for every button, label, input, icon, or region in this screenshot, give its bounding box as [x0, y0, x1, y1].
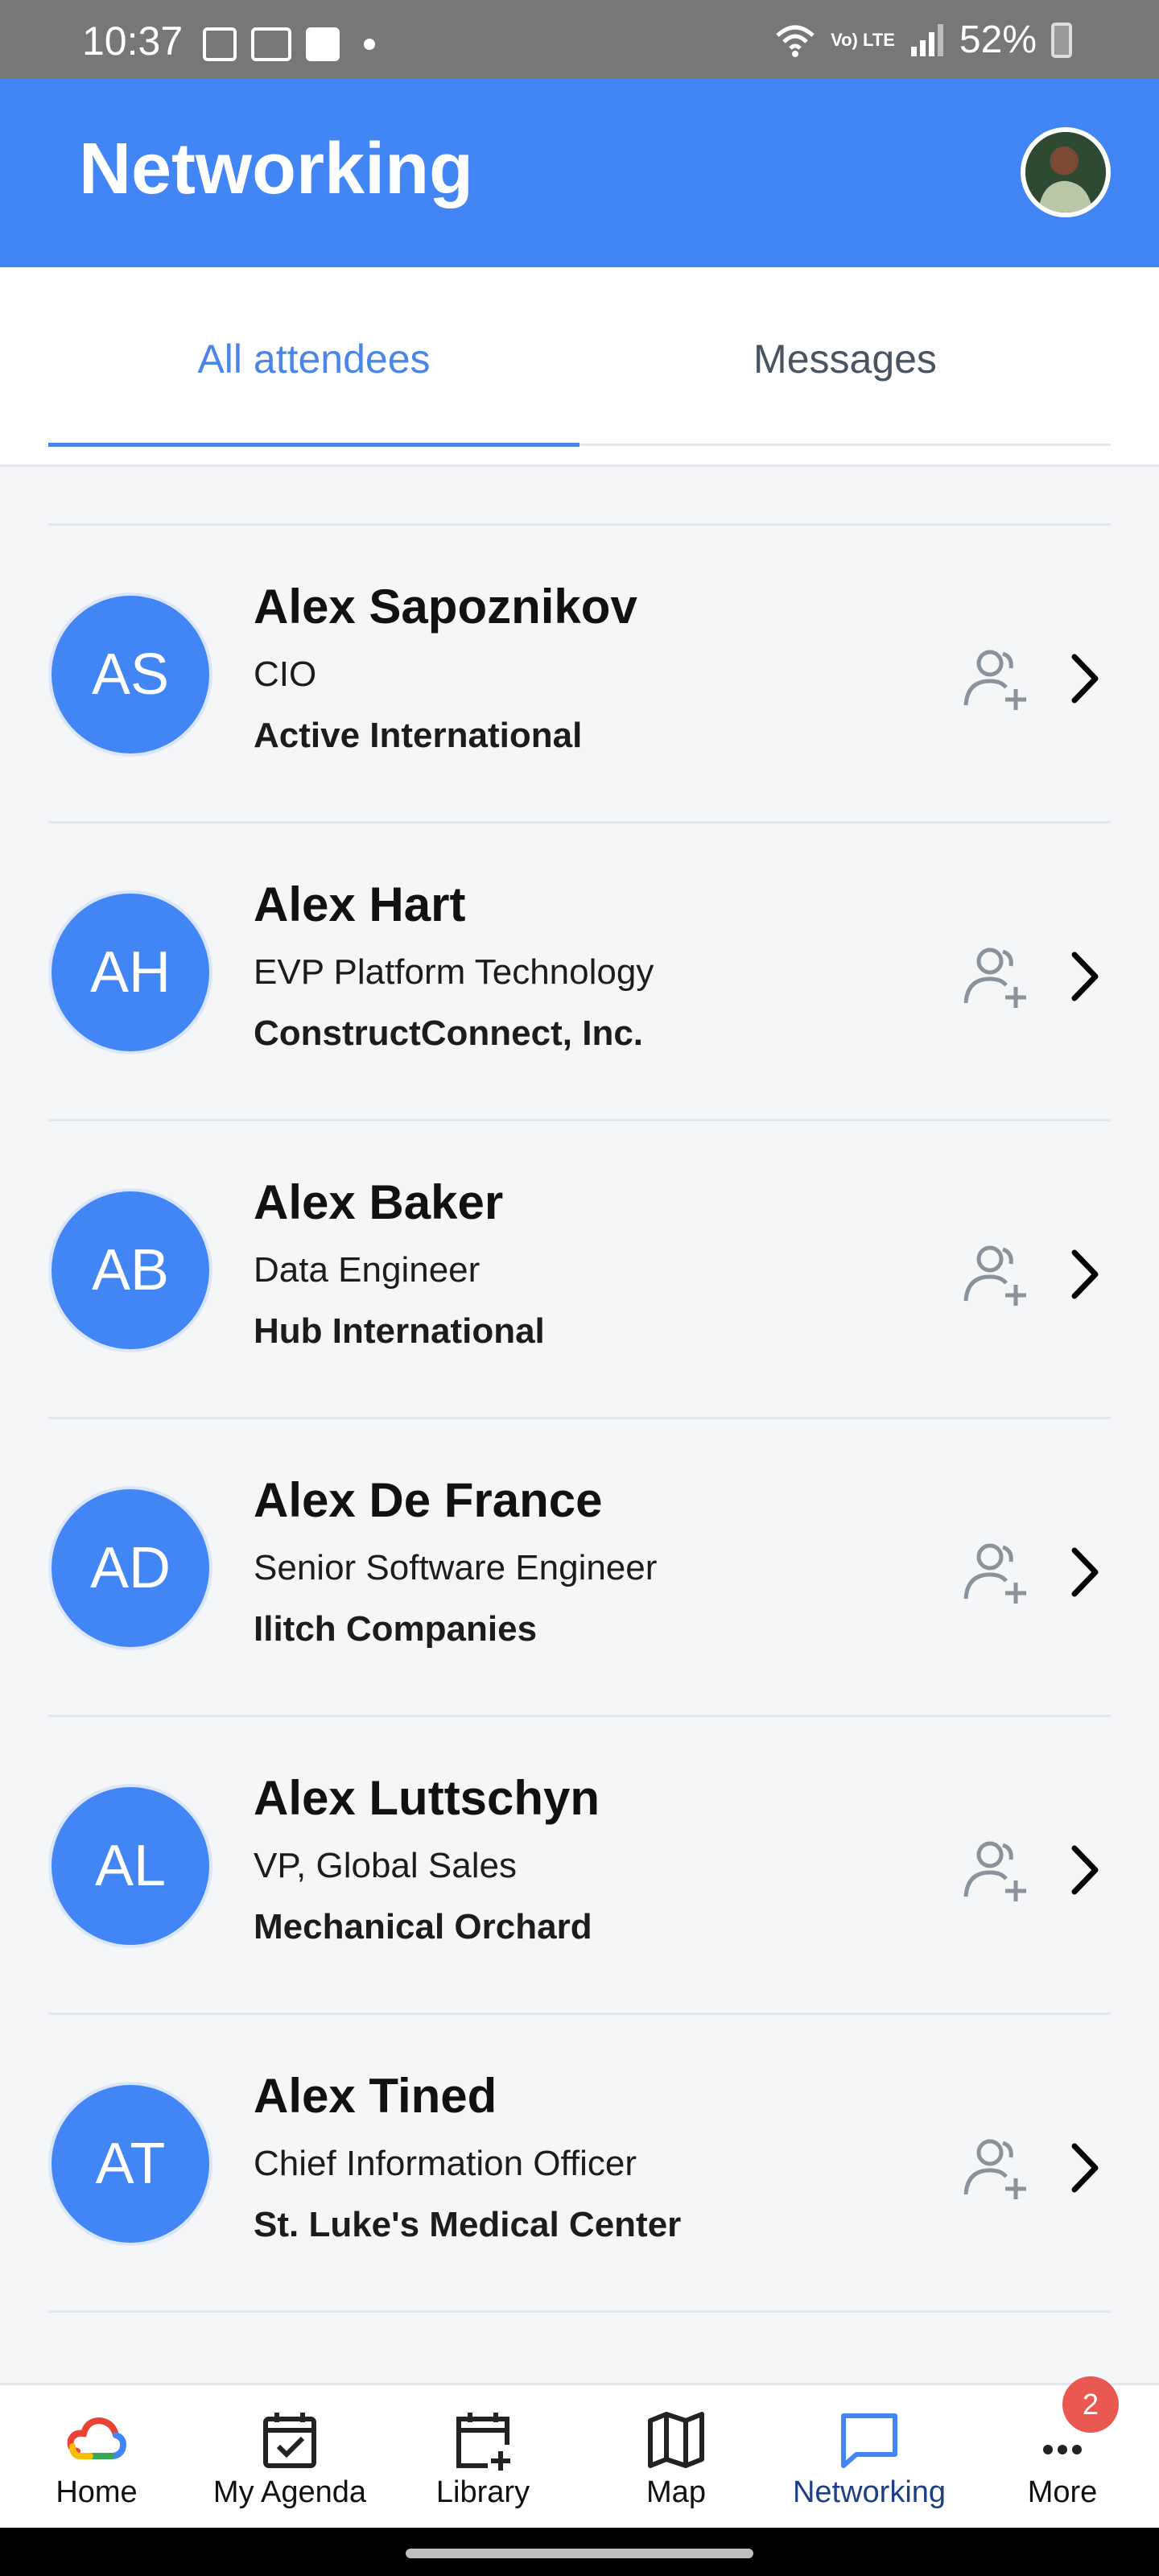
- initials-avatar: AH: [48, 890, 212, 1055]
- bottom-nav: Home My Agenda Library Map Networking Mo…: [0, 2383, 1159, 2528]
- nav-label-library: Library: [435, 2475, 530, 2509]
- system-navigation-bar: [0, 2528, 1159, 2576]
- calendar-plus-icon: [456, 2413, 510, 2471]
- nav-label-home: Home: [56, 2475, 138, 2509]
- tab-bar: All attendees Messages: [0, 267, 1159, 467]
- add-contact-icon[interactable]: [958, 1238, 1030, 1311]
- tab-messages[interactable]: Messages: [580, 267, 1111, 451]
- calendar-check-icon: [263, 2413, 316, 2468]
- nav-label-more: More: [1027, 2475, 1098, 2509]
- battery-percent: 52%: [959, 19, 1037, 61]
- attendee-name: Alex Hart: [254, 877, 466, 931]
- add-contact-icon[interactable]: [958, 1834, 1030, 1906]
- attendee-name: Alex De France: [254, 1473, 603, 1527]
- attendee-role: VP, Global Sales: [254, 1846, 517, 1885]
- attendee-company: Ilitch Companies: [254, 1609, 538, 1649]
- volte-lte-label: Vo) LTE: [831, 30, 895, 50]
- attendee-row[interactable]: AD Alex De France Senior Software Engine…: [48, 1419, 1111, 1717]
- attendee-row[interactable]: AB Alex Baker Data Engineer Hub Internat…: [48, 1121, 1111, 1419]
- status-time: 10:37: [82, 19, 184, 64]
- battery-icon: [1051, 23, 1072, 58]
- add-contact-icon[interactable]: [958, 1536, 1030, 1608]
- attendee-role: Chief Information Officer: [254, 2144, 637, 2183]
- chevron-right-icon[interactable]: [1066, 1246, 1105, 1302]
- nav-networking[interactable]: Networking: [773, 2385, 966, 2530]
- nav-map[interactable]: Map: [580, 2385, 773, 2530]
- profile-photo-icon: [1025, 132, 1106, 213]
- nav-my-agenda[interactable]: My Agenda: [193, 2385, 386, 2530]
- status-bar: 10:37 Vo) LTE 52%: [0, 0, 1159, 79]
- initials-avatar: AT: [48, 2082, 212, 2246]
- nav-home[interactable]: Home: [0, 2385, 193, 2530]
- attendee-company: Mechanical Orchard: [254, 1907, 592, 1946]
- google-cloud-icon: [67, 2417, 126, 2459]
- attendee-company: St. Luke's Medical Center: [254, 2205, 682, 2244]
- nav-label-map: Map: [646, 2475, 706, 2509]
- more-notifications-dot-icon: [364, 39, 375, 50]
- attendee-role: Senior Software Engineer: [254, 1548, 658, 1587]
- tab-track: [580, 444, 1111, 446]
- nav-library[interactable]: Library: [386, 2385, 580, 2530]
- attendee-list[interactable]: AS Alex Sapoznikov CIO Active Internatio…: [0, 467, 1159, 2383]
- add-contact-icon[interactable]: [958, 642, 1030, 715]
- notification-badge: 2: [1062, 2376, 1119, 2433]
- map-icon: [648, 2412, 704, 2468]
- app-header: Networking: [0, 79, 1159, 267]
- nav-label-networking: Networking: [792, 2475, 947, 2509]
- wifi-icon: [776, 25, 815, 57]
- chevron-right-icon[interactable]: [1066, 650, 1105, 707]
- attendee-name: Alex Tined: [254, 2069, 497, 2123]
- attendee-row[interactable]: AL Alex Luttschyn VP, Global Sales Mecha…: [48, 1717, 1111, 2015]
- initials-avatar: AB: [48, 1188, 212, 1352]
- attendee-name: Alex Sapoznikov: [254, 580, 637, 634]
- chevron-right-icon[interactable]: [1066, 2140, 1105, 2196]
- attendee-role: Data Engineer: [254, 1250, 481, 1290]
- attendee-row[interactable]: AS Alex Sapoznikov CIO Active Internatio…: [48, 526, 1111, 824]
- page-title: Networking: [79, 129, 474, 209]
- chat-icon: [841, 2413, 897, 2468]
- active-tab-indicator: [48, 443, 580, 447]
- nav-label-my-agenda: My Agenda: [212, 2475, 367, 2509]
- attendee-company: Hub International: [254, 1311, 545, 1351]
- chevron-right-icon[interactable]: [1066, 1842, 1105, 1898]
- initials-avatar: AS: [48, 592, 212, 757]
- signal-icon: [910, 24, 943, 56]
- chevron-right-icon[interactable]: [1066, 1544, 1105, 1600]
- attendee-row[interactable]: AH Alex Hart EVP Platform Technology Con…: [48, 824, 1111, 1121]
- attendee-name: Alex Baker: [254, 1175, 504, 1229]
- home-gesture-handle[interactable]: [406, 2549, 753, 2558]
- notification-icons: [203, 27, 375, 61]
- add-contact-icon[interactable]: [958, 940, 1030, 1013]
- avatar[interactable]: [1021, 127, 1111, 217]
- add-contact-icon[interactable]: [958, 2132, 1030, 2204]
- attendee-row[interactable]: AT Alex Tined Chief Information Officer …: [48, 2015, 1111, 2313]
- paytm-icon: [306, 27, 340, 61]
- attendee-company: ConstructConnect, Inc.: [254, 1013, 644, 1053]
- attendee-role: EVP Platform Technology: [254, 952, 654, 992]
- attendee-role: CIO: [254, 654, 317, 694]
- chevron-right-icon[interactable]: [1066, 948, 1105, 1005]
- attendee-name: Alex Luttschyn: [254, 1771, 600, 1825]
- tab-all-attendees[interactable]: All attendees: [48, 267, 580, 451]
- outlook-icon: [251, 27, 291, 61]
- attendee-company: Active International: [254, 716, 583, 755]
- initials-avatar: AD: [48, 1486, 212, 1650]
- initials-avatar: AL: [48, 1784, 212, 1948]
- gallery-icon: [203, 27, 237, 61]
- system-icons: Vo) LTE 52%: [774, 21, 1072, 60]
